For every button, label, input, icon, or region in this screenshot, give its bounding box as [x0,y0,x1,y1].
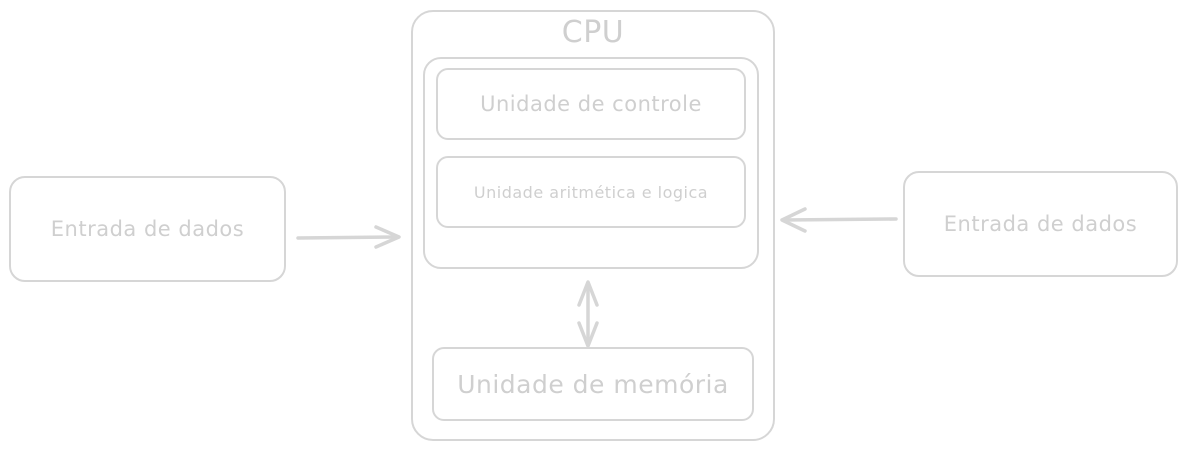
connector-arrows [296,207,898,348]
arrow-right-to-cpu [782,217,898,222]
arrow-left-to-cpu [296,235,400,240]
